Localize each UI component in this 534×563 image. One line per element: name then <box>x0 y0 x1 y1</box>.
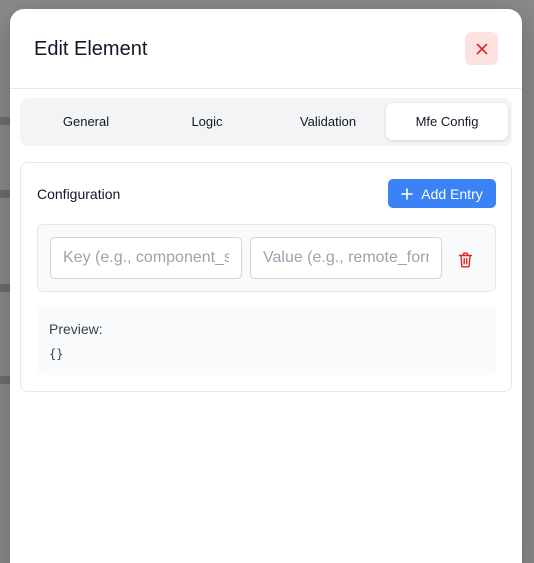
preview-label: Preview: <box>49 321 103 337</box>
plus-icon <box>401 187 414 200</box>
tab-general[interactable]: General <box>25 103 147 140</box>
tab-validation[interactable]: Validation <box>267 103 389 140</box>
background-text <box>0 376 10 384</box>
close-button[interactable] <box>465 32 498 65</box>
modal-title: Edit Element <box>34 38 148 60</box>
close-icon <box>476 43 487 54</box>
config-entry-row <box>37 224 496 292</box>
preview-json: {} <box>49 347 64 361</box>
value-input[interactable] <box>250 237 442 279</box>
add-entry-button[interactable]: Add Entry <box>388 179 496 208</box>
tab-mfe-config[interactable]: Mfe Config <box>386 103 508 140</box>
key-input[interactable] <box>50 237 242 279</box>
trash-icon <box>458 252 472 268</box>
edit-element-modal: Edit Element General Logic Validation Mf… <box>10 9 522 563</box>
tab-logic[interactable]: Logic <box>146 103 268 140</box>
background-text <box>0 190 10 198</box>
delete-entry-button[interactable] <box>454 249 476 271</box>
add-entry-label: Add Entry <box>421 185 483 202</box>
tab-bar: General Logic Validation Mfe Config <box>20 98 512 146</box>
background-text <box>0 284 10 292</box>
configuration-panel: Configuration Add Entry Prev <box>20 162 512 392</box>
background-text <box>0 117 10 125</box>
modal-header: Edit Element <box>10 9 522 89</box>
configuration-title: Configuration <box>37 186 121 202</box>
preview-box: Preview: {} <box>37 307 496 375</box>
